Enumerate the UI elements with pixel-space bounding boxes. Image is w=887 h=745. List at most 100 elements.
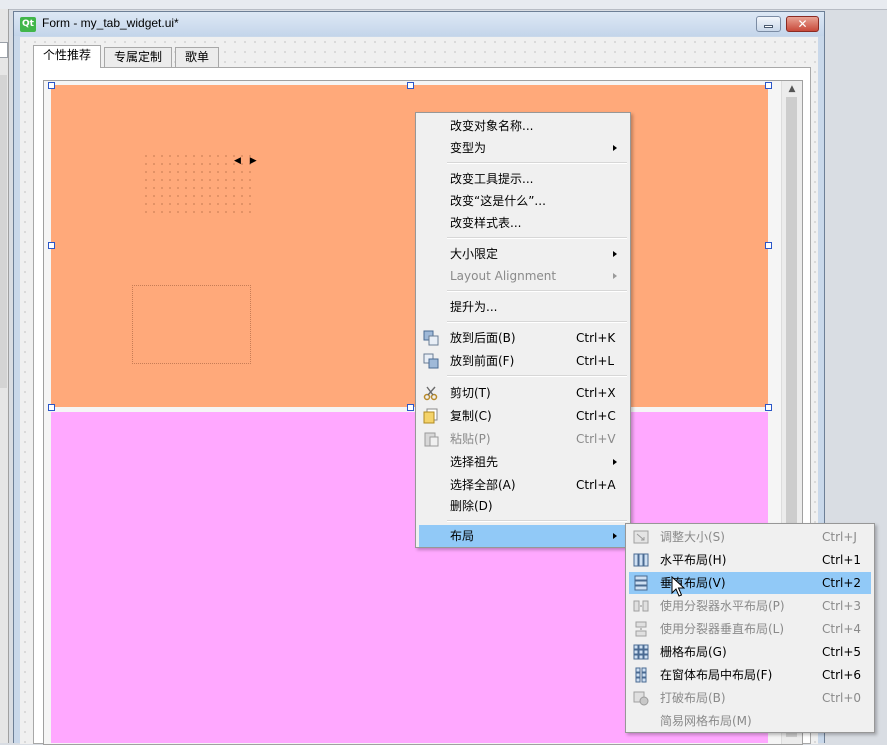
inner-placeholder-widget[interactable] <box>132 285 251 364</box>
tab-custom[interactable]: 专属定制 <box>104 47 173 67</box>
menu-item-change-object-name[interactable]: 改变对象名称... <box>419 115 627 137</box>
menu-item-shortcut: Ctrl+K <box>576 331 616 345</box>
menu-item-layout-alignment[interactable]: Layout Alignment <box>419 265 627 287</box>
menu-item-label: 复制(C) <box>450 409 492 423</box>
menu-item-select-ancestor[interactable]: 选择祖先 <box>419 451 627 473</box>
menu-item-size-constraints[interactable]: 大小限定 <box>419 243 627 265</box>
submenu-item-adjust-size[interactable]: 调整大小(S) Ctrl+J <box>629 526 871 548</box>
menu-item-label: 使用分裂器水平布局(P) <box>660 599 785 613</box>
menu-separator <box>447 520 627 522</box>
menu-item-shortcut: Ctrl+A <box>576 478 616 492</box>
menu-item-delete[interactable]: 删除(D) <box>419 495 627 517</box>
scissors-icon <box>423 386 438 401</box>
selection-handle[interactable] <box>765 242 772 249</box>
selection-handle[interactable] <box>48 404 55 411</box>
submenu-item-simple-grid-layout[interactable]: 简易网格布局(M) <box>629 710 871 732</box>
menu-item-cut[interactable]: 剪切(T) Ctrl+X <box>419 382 627 404</box>
mouse-pointer-icon <box>671 576 685 597</box>
menu-item-promote-to[interactable]: 提升为... <box>419 296 627 318</box>
menu-item-shortcut: Ctrl+C <box>576 409 616 423</box>
dock-scrollbar[interactable] <box>0 75 7 388</box>
minimize-button[interactable] <box>756 16 781 32</box>
tab-recommend[interactable]: 个性推荐 <box>33 45 102 68</box>
selection-handle[interactable] <box>765 82 772 89</box>
menu-item-label: 选择全部(A) <box>450 478 516 492</box>
menu-separator <box>447 321 627 323</box>
submenu-arrow-icon <box>613 459 617 465</box>
submenu-item-vertical-layout[interactable]: 垂直布局(V) Ctrl+2 <box>629 572 871 594</box>
menu-item-label: 在窗体布局中布局(F) <box>660 668 773 682</box>
context-menu: 改变对象名称... 变型为 改变工具提示... 改变“这是什么”... 改变样式… <box>415 112 631 548</box>
menu-item-label: 选择祖先 <box>450 455 499 469</box>
menu-item-layout[interactable]: 布局 <box>419 525 627 547</box>
menu-item-label: 使用分裂器垂直布局(L) <box>660 622 785 636</box>
tab-label: 个性推荐 <box>43 48 92 62</box>
menu-item-shortcut: Ctrl+3 <box>822 599 862 613</box>
menu-item-shortcut: Ctrl+0 <box>822 691 862 705</box>
selection-handle[interactable] <box>48 82 55 89</box>
qt-logo-icon: Qt <box>20 17 36 32</box>
horizontal-layout-icon <box>633 553 649 567</box>
bring-to-front-icon <box>423 353 439 369</box>
dock-input-field[interactable] <box>0 42 8 58</box>
menu-item-label: 改变样式表... <box>450 216 522 230</box>
submenu-item-break-layout[interactable]: 打破布局(B) Ctrl+0 <box>629 687 871 709</box>
grid-layout-icon <box>633 644 649 660</box>
selection-handle[interactable] <box>48 242 55 249</box>
menu-item-label: 打破布局(B) <box>660 691 726 705</box>
submenu-item-grid-layout[interactable]: 栅格布局(G) Ctrl+5 <box>629 641 871 663</box>
tab-label: 歌单 <box>185 50 210 64</box>
menu-item-label: 垂直布局(V) <box>660 576 726 590</box>
window-title: Form - my_tab_widget.ui* <box>42 16 179 30</box>
break-layout-icon <box>633 691 649 706</box>
vertical-layout-icon <box>634 575 648 591</box>
menu-separator <box>447 375 627 377</box>
paste-icon <box>424 432 439 447</box>
close-button[interactable]: ✕ <box>786 16 819 32</box>
menu-item-change-stylesheet[interactable]: 改变样式表... <box>419 212 627 234</box>
selection-handle[interactable] <box>407 404 414 411</box>
menu-item-morph-into[interactable]: 变型为 <box>419 137 627 159</box>
selection-handle[interactable] <box>407 82 414 89</box>
menu-separator <box>447 290 627 292</box>
menu-item-label: 简易网格布局(M) <box>660 714 752 728</box>
menu-item-shortcut: Ctrl+J <box>822 530 857 544</box>
minimize-icon <box>764 25 773 28</box>
menu-item-change-tooltip[interactable]: 改变工具提示... <box>419 168 627 190</box>
submenu-item-horizontal-layout[interactable]: 水平布局(H) Ctrl+1 <box>629 549 871 571</box>
menu-item-shortcut: Ctrl+1 <box>822 553 862 567</box>
menu-item-shortcut: Ctrl+L <box>576 354 615 368</box>
menu-item-shortcut: Ctrl+6 <box>822 668 862 682</box>
menu-item-paste[interactable]: 粘贴(P) Ctrl+V <box>419 428 627 450</box>
menu-item-label: 栅格布局(G) <box>660 645 727 659</box>
vertical-splitter-icon <box>635 621 647 637</box>
submenu-item-form-layout[interactable]: 在窗体布局中布局(F) Ctrl+6 <box>629 664 871 686</box>
submenu-item-vertical-splitter[interactable]: 使用分裂器垂直布局(L) Ctrl+4 <box>629 618 871 640</box>
submenu-item-horizontal-splitter[interactable]: 使用分裂器水平布局(P) Ctrl+3 <box>629 595 871 617</box>
submenu-arrow-icon <box>613 533 617 539</box>
menu-separator <box>447 237 627 239</box>
menu-item-label: 粘贴(P) <box>450 432 491 446</box>
menu-item-send-to-back[interactable]: 放到后面(B) Ctrl+K <box>419 327 627 349</box>
menu-item-shortcut: Ctrl+4 <box>822 622 862 636</box>
menu-item-shortcut: Ctrl+X <box>576 386 616 400</box>
menu-item-bring-to-front[interactable]: 放到前面(F) Ctrl+L <box>419 350 627 372</box>
left-dock-panel <box>0 9 9 743</box>
menu-item-shortcut: Ctrl+V <box>576 432 616 446</box>
designer-toolbar <box>0 0 887 10</box>
scroll-up-arrow-icon[interactable]: ▲ <box>782 81 802 97</box>
menu-item-label: 调整大小(S) <box>660 530 725 544</box>
send-to-back-icon <box>423 330 439 346</box>
layout-submenu: 调整大小(S) Ctrl+J 水平布局(H) Ctrl+1 垂直布局(V) Ctrl+… <box>625 523 875 733</box>
menu-item-label: 剪切(T) <box>450 386 491 400</box>
menu-item-change-whats-this[interactable]: 改变“这是什么”... <box>419 190 627 212</box>
horizontal-splitter-icon <box>633 600 649 612</box>
tab-scroll-arrows[interactable]: ◀ ▶ <box>234 156 260 166</box>
menu-item-label: 改变对象名称... <box>450 119 534 133</box>
selection-handle[interactable] <box>765 404 772 411</box>
menu-item-select-all[interactable]: 选择全部(A) Ctrl+A <box>419 474 627 496</box>
title-bar[interactable]: Qt Form - my_tab_widget.ui* ✕ <box>14 12 824 36</box>
menu-item-copy[interactable]: 复制(C) Ctrl+C <box>419 405 627 427</box>
tab-playlist[interactable]: 歌单 <box>175 47 220 67</box>
copy-icon <box>423 408 438 424</box>
